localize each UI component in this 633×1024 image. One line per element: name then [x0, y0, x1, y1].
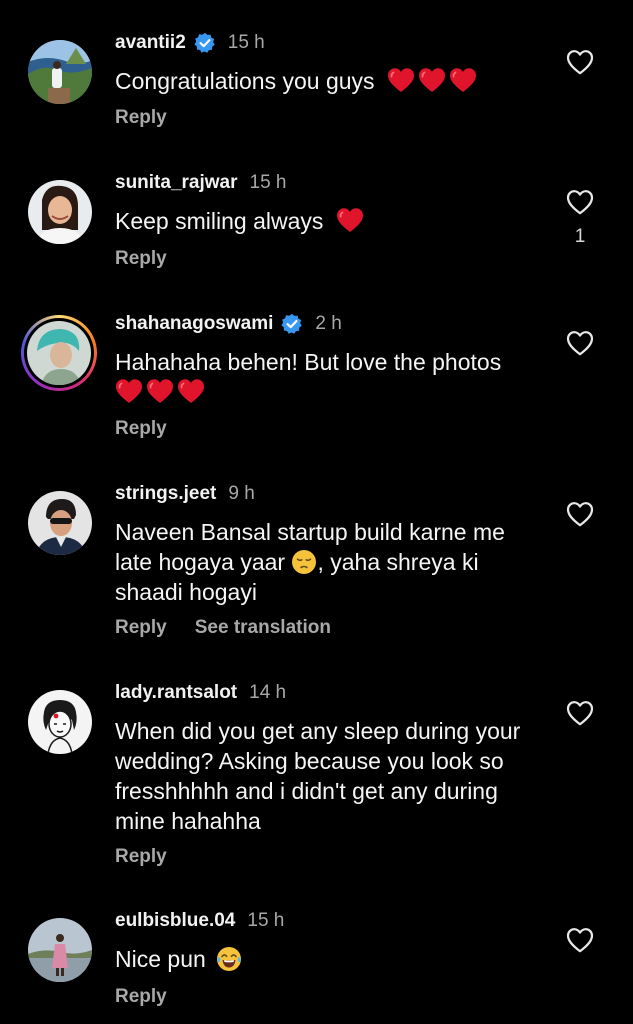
reply-button[interactable]: Reply — [115, 107, 167, 129]
red-heart-emoji-icon — [418, 67, 446, 93]
red-heart-emoji-icon — [177, 378, 205, 404]
reply-button[interactable]: Reply — [115, 986, 167, 1008]
comment-line: Keep smiling always — [115, 208, 324, 234]
red-heart-emoji-icon — [115, 378, 143, 404]
comment-header: shahanagoswami 2 h — [115, 311, 342, 337]
comment-actions: Reply — [115, 418, 167, 440]
avatar[interactable] — [28, 918, 92, 982]
username[interactable]: shahanagoswami — [115, 313, 273, 335]
story-ring[interactable] — [21, 315, 97, 391]
avatar[interactable] — [28, 491, 92, 555]
comment-line: wedding? Asking because you look so — [115, 748, 504, 774]
comment-line: fresshhhhh and i didn't get any during — [115, 778, 498, 804]
comment-text: Hahahaha behen! But love the photos — [115, 347, 555, 407]
comment-line: mine hahahha — [115, 808, 261, 834]
comment-header: sunita_rajwar 15 h — [115, 170, 286, 196]
comment-header: strings.jeet 9 h — [115, 481, 255, 507]
username[interactable]: strings.jeet — [115, 483, 216, 505]
heart-outline-icon[interactable] — [566, 700, 594, 726]
verified-badge-icon — [281, 313, 303, 335]
comment-actions: Reply — [115, 248, 167, 270]
comment-text: When did you get any sleep during your w… — [115, 716, 555, 836]
comment-line: Hahahaha behen! But love the photos — [115, 349, 502, 375]
comment-line: Nice pun — [115, 946, 206, 972]
comment-text: Keep smiling always — [115, 206, 555, 236]
like-count: 1 — [574, 226, 586, 247]
red-heart-emoji-icon — [146, 378, 174, 404]
reply-button[interactable]: Reply — [115, 248, 167, 270]
reply-button[interactable]: Reply — [115, 617, 167, 639]
comment-text: Naveen Bansal startup build karne me lat… — [115, 517, 555, 607]
reply-button[interactable]: Reply — [115, 418, 167, 440]
comment-line: , yaha shreya ki — [317, 549, 479, 575]
avatar[interactable] — [28, 40, 92, 104]
timestamp: 14 h — [249, 682, 287, 703]
timestamp: 15 h — [247, 910, 285, 931]
avatar — [27, 321, 91, 385]
username[interactable]: avantii2 — [115, 32, 186, 54]
username[interactable]: sunita_rajwar — [115, 172, 238, 194]
comment-line: shaadi hogayi — [115, 579, 257, 605]
pensive-face-emoji-icon — [291, 549, 317, 575]
reply-button[interactable]: Reply — [115, 846, 167, 868]
see-translation-button[interactable]: See translation — [195, 617, 331, 639]
heart-outline-icon[interactable] — [566, 501, 594, 527]
comment-header: lady.rantsalot 14 h — [115, 680, 286, 706]
comment-text: Nice pun — [115, 944, 555, 974]
avatar[interactable] — [28, 690, 92, 754]
comment-actions: Reply — [115, 986, 167, 1008]
timestamp: 9 h — [228, 483, 255, 504]
comment-line: Naveen Bansal startup build karne me — [115, 519, 505, 545]
heart-outline-icon[interactable] — [566, 927, 594, 953]
comment-line: Congratulations you guys — [115, 68, 375, 94]
timestamp: 15 h — [227, 32, 265, 53]
red-heart-emoji-icon — [387, 67, 415, 93]
comment-line: late hogaya yaar — [115, 549, 286, 575]
username[interactable]: eulbisblue.04 — [115, 910, 235, 932]
comment-header: eulbisblue.04 15 h — [115, 908, 284, 934]
comment-actions: Reply See translation — [115, 617, 331, 639]
heart-outline-icon[interactable] — [566, 189, 594, 215]
timestamp: 2 h — [315, 313, 342, 334]
heart-outline-icon[interactable] — [566, 330, 594, 356]
comment-header: avantii2 15 h — [115, 30, 265, 56]
face-with-tears-of-joy-emoji-icon — [216, 946, 242, 972]
red-heart-emoji-icon — [449, 67, 477, 93]
username[interactable]: lady.rantsalot — [115, 682, 237, 704]
comment-line: When did you get any sleep during your — [115, 718, 521, 744]
comment-actions: Reply — [115, 107, 167, 129]
comment-text: Congratulations you guys — [115, 66, 555, 96]
verified-badge-icon — [194, 32, 216, 54]
red-heart-emoji-icon — [336, 207, 364, 233]
heart-outline-icon[interactable] — [566, 49, 594, 75]
timestamp: 15 h — [249, 172, 287, 193]
comment-actions: Reply — [115, 846, 167, 868]
avatar[interactable] — [28, 180, 92, 244]
